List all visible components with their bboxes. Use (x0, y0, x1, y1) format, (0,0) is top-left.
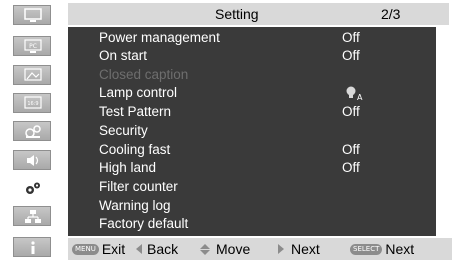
menu-item-label: Lamp control (99, 85, 178, 100)
sidebar: PC 16:9 (0, 0, 64, 260)
menu-item-factory-default[interactable]: Factory default (68, 215, 436, 233)
menu-item-label: Closed caption (99, 67, 189, 82)
exit-label: Exit (101, 241, 126, 257)
display-icon (24, 8, 42, 22)
select-button-icon: SELECT (350, 243, 383, 255)
sidebar-item-network[interactable] (13, 206, 51, 226)
menu-item-value: Off (342, 48, 360, 63)
network-icon (25, 210, 41, 223)
gear-icon (26, 182, 40, 194)
menu-item-on-start[interactable]: On start Off (68, 47, 436, 65)
menu-item-security[interactable]: Security (68, 122, 436, 140)
move-label: Move (216, 241, 251, 257)
menu-item-value: Off (342, 142, 360, 157)
page-title: Setting (215, 6, 259, 22)
sidebar-item-info[interactable] (13, 237, 51, 257)
lamp-auto-icon: A (346, 86, 363, 101)
back-hint: Back (136, 238, 178, 260)
sidebar-item-gear[interactable] (13, 178, 51, 198)
image-select-icon (24, 68, 42, 81)
select-next-hint: SELECT Next (350, 238, 414, 260)
menu-item-label: Factory default (99, 216, 189, 231)
menu-item-label: High land (99, 160, 157, 175)
next-hint: Next (278, 238, 320, 260)
setting-icon (25, 125, 41, 138)
menu-item-closed-caption: Closed caption (68, 66, 436, 84)
menu-item-lamp-control[interactable]: Lamp control A (68, 84, 436, 102)
menu-item-label: Test Pattern (99, 104, 172, 119)
sidebar-item-pc-adjust[interactable]: PC (13, 36, 51, 56)
exit-hint: MENU Exit (72, 238, 125, 260)
sidebar-item-display[interactable] (13, 5, 51, 25)
move-hint: Move (200, 238, 250, 260)
sidebar-item-screen[interactable]: 16:9 (13, 93, 51, 113)
lamp-mode-label: A (357, 93, 363, 101)
menu-item-value: Off (342, 104, 360, 119)
info-icon (31, 241, 35, 254)
menu-item-warning-log[interactable]: Warning log (68, 197, 436, 215)
sidebar-item-setting[interactable] (13, 121, 51, 141)
setting-menu-panel: Power management Off On start Off Closed… (68, 27, 436, 236)
menu-item-label: On start (99, 48, 148, 63)
select-next-label: Next (385, 241, 415, 257)
arrow-up-down-icon (200, 243, 210, 255)
back-label: Back (147, 241, 179, 257)
key-guide-bar: MENU Exit Back Move Next SELECT Next (68, 238, 452, 260)
arrow-left-icon (136, 244, 142, 254)
menu-item-label: Filter counter (99, 179, 178, 194)
menu-item-value: Off (342, 160, 360, 175)
svg-text:16:9: 16:9 (27, 101, 38, 107)
menu-item-label: Warning log (99, 198, 171, 213)
pc-adjust-icon: PC (24, 39, 42, 53)
sidebar-item-sound[interactable] (13, 150, 51, 170)
sound-icon (27, 155, 39, 166)
menu-item-label: Cooling fast (99, 142, 171, 157)
next-label: Next (291, 241, 320, 257)
menu-item-filter-counter[interactable]: Filter counter (68, 178, 436, 196)
menu-item-power-management[interactable]: Power management Off (68, 29, 436, 47)
arrow-right-icon (278, 244, 284, 254)
menu-item-test-pattern[interactable]: Test Pattern Off (68, 103, 436, 121)
menu-item-value: Off (342, 30, 360, 45)
screen-icon: 16:9 (24, 96, 42, 109)
menu-button-icon: MENU (72, 243, 99, 255)
page-indicator: 2/3 (381, 6, 401, 22)
menu-item-cooling-fast[interactable]: Cooling fast Off (68, 141, 436, 159)
menu-header: Setting 2/3 (68, 3, 449, 25)
sidebar-item-image-select[interactable] (13, 65, 51, 85)
svg-text:PC: PC (29, 43, 37, 50)
menu-item-label: Power management (99, 30, 220, 45)
menu-item-label: Security (99, 123, 148, 138)
menu-item-high-land[interactable]: High land Off (68, 159, 436, 177)
